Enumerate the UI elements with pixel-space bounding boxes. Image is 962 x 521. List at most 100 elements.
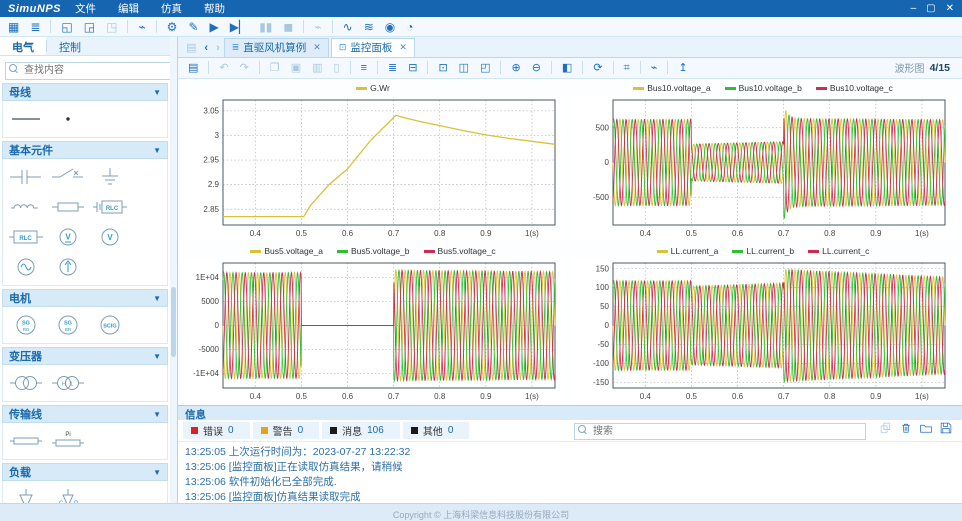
tab-wind-turbine-example[interactable]: ≣ 直驱风机算例 ✕ [224,38,329,57]
filter-messages[interactable]: 消息106 [322,422,400,439]
close-button[interactable]: ✕ [946,3,954,14]
import-model-icon[interactable]: ◱ [57,18,76,36]
tab-electrical[interactable]: 电气 [0,37,46,55]
layout-list-icon[interactable]: ≡ [357,59,371,77]
svg-text:-150: -150 [593,378,610,387]
voltmeter2-icon[interactable]: V [91,223,129,251]
tab-control[interactable]: 控制 [47,37,93,55]
restore-button[interactable]: ▢ [926,3,935,14]
export-image-icon[interactable]: ↥ [674,59,691,77]
svg-text:0: 0 [605,321,610,330]
series-rlc-icon[interactable]: RLC [91,193,129,221]
chart-gwr[interactable]: G.Wr2.852.92.9533.050.40.50.60.70.80.91(… [181,81,565,242]
fit-width-icon[interactable]: ◫ [455,59,473,77]
export-model-icon[interactable]: ◲ [80,18,99,36]
menu-simulation[interactable]: 仿真 [161,1,182,16]
log-search-input[interactable] [574,423,866,440]
cvp-load-icon[interactable]: CP [49,485,87,503]
close-tab-icon[interactable]: ✕ [313,42,321,53]
svg-text:1E+04: 1E+04 [196,273,220,282]
ground-icon[interactable] [91,163,129,191]
filter-others[interactable]: 其他0 [403,422,470,439]
step-run-icon[interactable]: ▶▏ [226,18,252,36]
wiring-tool-icon[interactable]: ⌁ [134,18,149,36]
layout-rows-icon[interactable]: ≣ [384,59,401,77]
open-log-icon[interactable] [919,421,933,440]
voltmeter-icon[interactable]: V [49,223,87,251]
gauge-icon[interactable]: ◔ [402,18,417,36]
transformer-3w-icon[interactable]: HL [49,369,87,397]
crosshair-icon[interactable]: ⌗ [620,59,634,77]
bus-node-icon[interactable] [49,105,87,133]
svg-text:0.8: 0.8 [824,229,836,238]
section-header-5[interactable]: 负载▼ [2,463,168,481]
svg-text:0.4: 0.4 [640,229,652,238]
legend-item: Bus5.voltage_b [337,246,410,256]
chart-bus10-voltage[interactable]: Bus10.voltage_aBus10.voltage_bBus10.volt… [571,81,955,242]
copyright-bar: Copyright © 上海科梁信息科技股份有限公司 [0,503,962,521]
line-section-icon[interactable] [7,427,45,455]
section-header-3[interactable]: 变压器▼ [2,347,168,365]
fit-height-icon[interactable]: ◰ [476,59,494,77]
panel-icon: ⊡ [339,42,347,53]
filter-warnings[interactable]: 警告0 [253,422,320,439]
chevron-down-icon: ▼ [153,352,161,361]
ac-source-icon[interactable] [7,253,45,281]
nav-back-icon[interactable]: ‹ [200,42,212,57]
chart-ll-current[interactable]: LL.current_aLL.current_bLL.current_c-150… [571,244,955,405]
switch-icon[interactable] [49,163,87,191]
copy-curve-icon: ❐ [266,59,284,77]
doc-list-icon[interactable]: ▤ [182,41,200,57]
menu-file[interactable]: 文件 [75,1,96,16]
menu-help[interactable]: 帮助 [204,1,225,16]
scope-icon[interactable]: ◉ [381,18,399,36]
compile-icon[interactable]: ⚙ [163,18,182,36]
close-tab-icon[interactable]: ✕ [399,42,407,53]
parameter-icon[interactable]: ≋ [360,18,378,36]
sg-machine-icon[interactable]: SGRD [7,311,45,339]
current-source-icon[interactable] [49,253,87,281]
delete-log-icon[interactable] [899,421,913,440]
run-icon[interactable]: ▶ [206,18,223,36]
save-log-icon[interactable] [939,421,953,440]
section-header-4[interactable]: 传输线▼ [2,405,168,423]
bus-line-icon[interactable] [7,105,45,133]
zoom-out-icon[interactable]: ⊖ [528,59,545,77]
chart-bus5-voltage[interactable]: Bus5.voltage_aBus5.voltage_bBus5.voltage… [181,244,565,405]
scig-machine-icon[interactable]: SCIG [91,311,129,339]
svg-text:0.9: 0.9 [870,392,882,401]
filter-errors[interactable]: 错误0 [183,422,250,439]
inductor-icon[interactable] [7,193,45,221]
svg-text:0.7: 0.7 [388,392,400,401]
signal-icon[interactable]: ⌁ [647,59,662,77]
tab-monitor-panel[interactable]: ⊡ 监控面板 ✕ [331,38,415,57]
edit-icon[interactable]: ✎ [184,18,202,36]
svg-text:0.9: 0.9 [870,229,882,238]
menu-edit[interactable]: 编辑 [118,1,139,16]
project-list-icon[interactable]: ≣ [26,18,44,36]
waveform-icon[interactable]: ∿ [339,18,357,36]
disconnect-icon: ⌁ [310,18,325,36]
section-header-1[interactable]: 基本元件▼ [2,141,168,159]
sidebar-scrollbar[interactable] [170,37,177,503]
log-line: 13:25:06 [监控面板]仿真结果读取完成 [185,490,962,503]
nav-forward-icon[interactable]: › [212,42,224,57]
capacitor-icon[interactable] [7,163,45,191]
overlay-icon[interactable]: ◧ [558,59,576,77]
layout-columns-icon[interactable]: ⊟ [404,59,421,77]
component-search-input[interactable] [5,62,172,80]
parallel-rlc-icon[interactable]: RLC [7,223,45,251]
fit-window-icon[interactable]: ⊡ [434,59,451,77]
export-report-icon[interactable]: ▤ [184,59,202,77]
minimize-button[interactable]: – [911,3,917,14]
sg-br-machine-icon[interactable]: SGBR [49,311,87,339]
pi-line-icon[interactable]: Pi [49,427,87,455]
load-icon[interactable] [7,485,45,503]
section-header-2[interactable]: 电机▼ [2,289,168,307]
resistor-icon[interactable] [49,193,87,221]
zoom-in-icon[interactable]: ⊕ [507,59,524,77]
transformer-2w-icon[interactable] [7,369,45,397]
refresh-icon[interactable]: ⟳ [589,59,606,77]
new-project-icon[interactable]: ▦ [4,18,23,36]
section-header-0[interactable]: 母线▼ [2,83,168,101]
